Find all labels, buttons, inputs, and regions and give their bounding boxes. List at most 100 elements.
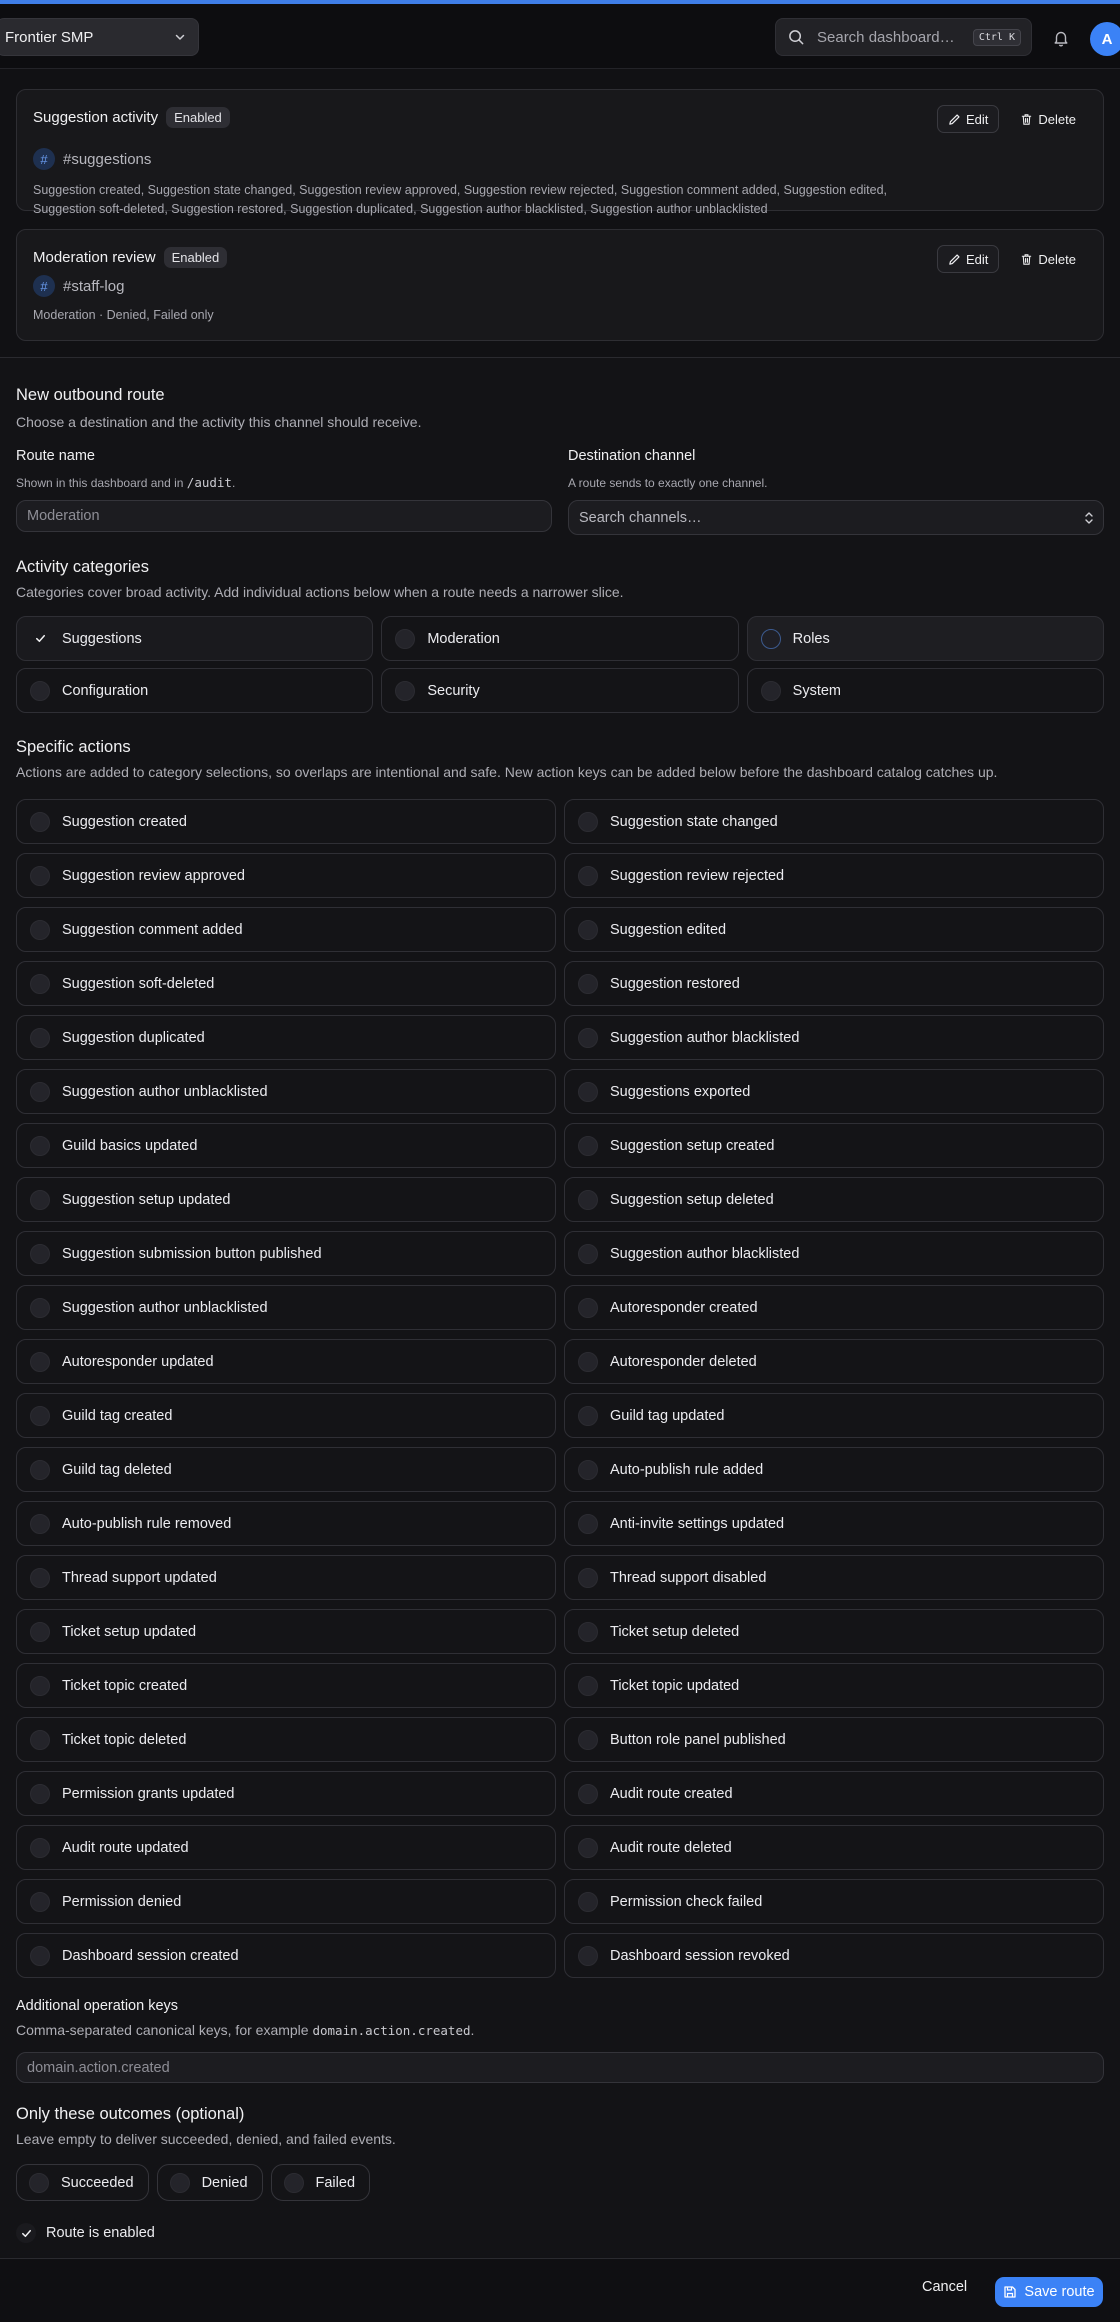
action-option[interactable]: Permission grants updated: [16, 1771, 556, 1816]
action-option[interactable]: Ticket topic updated: [564, 1663, 1104, 1708]
action-option[interactable]: Suggestion comment added: [16, 907, 556, 952]
action-option[interactable]: Button role panel published: [564, 1717, 1104, 1762]
action-option[interactable]: Dashboard session revoked: [564, 1933, 1104, 1978]
action-label: Autoresponder deleted: [610, 1353, 757, 1370]
action-label: Guild basics updated: [62, 1137, 198, 1154]
radio-circle-icon: [578, 1945, 598, 1966]
action-option[interactable]: Thread support updated: [16, 1555, 556, 1600]
action-option[interactable]: Dashboard session created: [16, 1933, 556, 1978]
radio-circle-icon: [30, 1189, 50, 1210]
action-label: Suggestion submission button published: [62, 1245, 322, 1262]
radio-circle-icon: [30, 1729, 50, 1750]
action-label: Guild tag created: [62, 1407, 173, 1424]
radio-circle-icon: [578, 1081, 598, 1102]
destination-label: Destination channel: [568, 448, 696, 464]
action-option[interactable]: Suggestion setup deleted: [564, 1177, 1104, 1222]
additional-keys-label: Additional operation keys: [16, 1998, 179, 2014]
delete-button[interactable]: Delete: [1009, 245, 1087, 273]
action-option[interactable]: Suggestion setup created: [564, 1123, 1104, 1168]
action-option[interactable]: Autoresponder updated: [16, 1339, 556, 1384]
action-option[interactable]: Autoresponder created: [564, 1285, 1104, 1330]
action-option[interactable]: Audit route created: [564, 1771, 1104, 1816]
action-option[interactable]: Audit route deleted: [564, 1825, 1104, 1870]
action-option[interactable]: Suggestion author blacklisted: [564, 1231, 1104, 1276]
radio-circle-icon: [30, 1945, 50, 1966]
category-option[interactable]: Roles: [746, 616, 1104, 661]
action-option[interactable]: Ticket topic deleted: [16, 1717, 556, 1762]
action-option[interactable]: Suggestion submission button published: [16, 1231, 556, 1276]
cancel-button[interactable]: Cancel: [922, 2279, 967, 2295]
action-option[interactable]: Suggestion review rejected: [564, 853, 1104, 898]
action-option[interactable]: Suggestion author unblacklisted: [16, 1069, 556, 1114]
hash-icon: #: [33, 275, 55, 297]
category-label: Suggestions: [62, 630, 142, 647]
server-select[interactable]: Frontier SMP: [0, 18, 199, 56]
outcome-succeeded[interactable]: Succeeded: [16, 2164, 149, 2201]
category-option[interactable]: Configuration: [16, 668, 374, 713]
outcome-label: Denied: [201, 2174, 248, 2191]
radio-circle-icon: [760, 628, 781, 649]
action-option[interactable]: Ticket topic created: [16, 1663, 556, 1708]
action-option[interactable]: Auto-publish rule removed: [16, 1501, 556, 1546]
action-option[interactable]: Suggestion setup updated: [16, 1177, 556, 1222]
action-option[interactable]: Thread support disabled: [564, 1555, 1104, 1600]
save-route-button[interactable]: Save route: [995, 2277, 1103, 2307]
action-option[interactable]: Ticket setup deleted: [564, 1609, 1104, 1654]
outcome-denied[interactable]: Denied: [156, 2164, 263, 2201]
search-shortcut: Ctrl K: [972, 28, 1021, 46]
edit-button[interactable]: Edit: [937, 245, 1000, 273]
delete-button[interactable]: Delete: [1009, 105, 1087, 133]
route-actions: Edit Delete: [937, 245, 1087, 273]
delete-label: Delete: [1038, 111, 1076, 127]
category-option[interactable]: Security: [381, 668, 739, 713]
radio-circle-icon: [578, 919, 598, 940]
action-option[interactable]: Suggestion soft-deleted: [16, 961, 556, 1006]
edit-button[interactable]: Edit: [937, 105, 1000, 133]
route-name-input[interactable]: [16, 500, 552, 532]
category-option[interactable]: System: [746, 668, 1104, 713]
action-option[interactable]: Guild tag deleted: [16, 1447, 556, 1492]
action-option[interactable]: Auto-publish rule added: [564, 1447, 1104, 1492]
action-option[interactable]: Ticket setup updated: [16, 1609, 556, 1654]
action-option[interactable]: Guild tag created: [16, 1393, 556, 1438]
radio-circle-icon: [578, 1567, 598, 1588]
action-label: Suggestion review rejected: [610, 867, 785, 884]
action-label: Autoresponder updated: [62, 1353, 214, 1370]
form-description: Choose a destination and the activity th…: [16, 414, 422, 430]
action-option[interactable]: Autoresponder deleted: [564, 1339, 1104, 1384]
action-option[interactable]: Anti-invite settings updated: [564, 1501, 1104, 1546]
radio-circle-icon: [578, 1837, 598, 1858]
action-option[interactable]: Suggestion author unblacklisted: [16, 1285, 556, 1330]
new-route-form: New outbound route Choose a destination …: [0, 358, 1120, 2258]
search-input[interactable]: [817, 28, 967, 46]
destination-select[interactable]: Search channels…: [568, 500, 1104, 535]
action-label: Audit route deleted: [610, 1839, 732, 1856]
category-option[interactable]: Suggestions: [16, 616, 374, 661]
avatar[interactable]: A: [1090, 22, 1120, 56]
action-option[interactable]: Suggestions exported: [564, 1069, 1104, 1114]
action-option[interactable]: Suggestion author blacklisted: [564, 1015, 1104, 1060]
action-option[interactable]: Suggestion review approved: [16, 853, 556, 898]
action-option[interactable]: Permission denied: [16, 1879, 556, 1924]
action-option[interactable]: Permission check failed: [564, 1879, 1104, 1924]
status-badge: Enabled: [163, 247, 228, 268]
route-enabled-toggle[interactable]: Route is enabled: [16, 2223, 155, 2243]
bell-icon[interactable]: [1052, 29, 1070, 47]
outcomes-description: Leave empty to deliver succeeded, denied…: [16, 2131, 396, 2147]
search-box[interactable]: Ctrl K: [775, 18, 1032, 56]
outcome-failed[interactable]: Failed: [270, 2164, 371, 2201]
action-option[interactable]: Suggestion restored: [564, 961, 1104, 1006]
action-option[interactable]: Guild basics updated: [16, 1123, 556, 1168]
action-option[interactable]: Suggestion duplicated: [16, 1015, 556, 1060]
category-option[interactable]: Moderation: [381, 616, 739, 661]
radio-circle-icon: [283, 2172, 304, 2193]
radio-circle-icon: [30, 1891, 50, 1912]
action-option[interactable]: Guild tag updated: [564, 1393, 1104, 1438]
action-option[interactable]: Suggestion state changed: [564, 799, 1104, 844]
additional-keys-input[interactable]: [16, 2052, 1104, 2083]
action-option[interactable]: Audit route updated: [16, 1825, 556, 1870]
action-option[interactable]: Suggestion created: [16, 799, 556, 844]
action-option[interactable]: Suggestion edited: [564, 907, 1104, 952]
trash-icon: [1022, 113, 1032, 125]
action-label: Permission grants updated: [62, 1785, 235, 1802]
